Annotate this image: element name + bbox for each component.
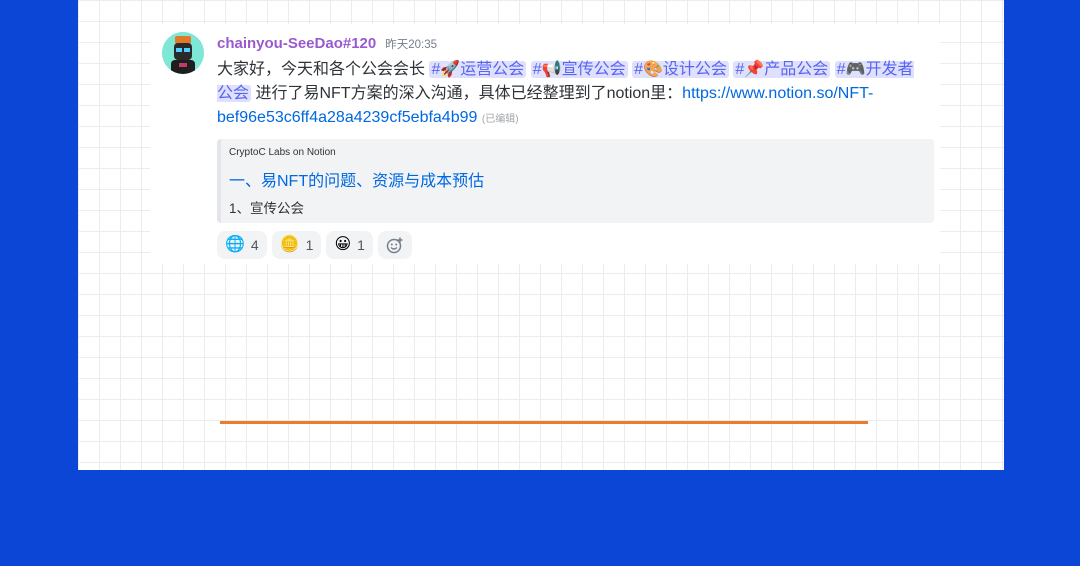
- reaction-grin[interactable]: 😀 1: [326, 231, 373, 259]
- palette-icon: 🎨: [642, 61, 663, 78]
- reaction-coin[interactable]: 🪙 1: [271, 231, 322, 259]
- embed-description: 1、宣传公会: [229, 201, 305, 216]
- reactions-bar: 🌐 4 🪙 1 😀 1: [217, 231, 922, 259]
- grin-icon: 😀: [334, 236, 352, 253]
- embed-title[interactable]: 一、易NFT的问题、资源与成本预估: [229, 167, 484, 191]
- reaction-count: 4: [250, 237, 259, 253]
- reaction-count: 1: [305, 237, 314, 253]
- megaphone-icon: 📢: [541, 61, 562, 78]
- rocket-icon: 🚀: [440, 61, 461, 78]
- reaction-count: 1: [357, 237, 365, 253]
- text-intro: 大家好，今天和各个公会会长: [217, 61, 426, 78]
- message-text: 大家好，今天和各个公会会长 #🚀运营公会 #📢宣传公会 #🎨设计公会 #📌产品公…: [217, 58, 922, 132]
- message-content: chainyou-SeeDao#120 昨天20:35 大家好，今天和各个公会会…: [217, 35, 934, 259]
- add-reaction-button[interactable]: [377, 231, 412, 259]
- chat-message: chainyou-SeeDao#120 昨天20:35 大家好，今天和各个公会会…: [150, 24, 940, 264]
- embed-provider: CryptoC Labs on Notion: [229, 147, 336, 158]
- avatar[interactable]: [162, 32, 204, 74]
- gamepad-icon: 🎮: [845, 61, 866, 78]
- edited-label: (已编辑): [481, 114, 519, 125]
- content-card: chainyou-SeeDao#120 昨天20:35 大家好，今天和各个公会会…: [78, 0, 1004, 470]
- timestamp: 昨天20:35: [385, 39, 438, 51]
- username[interactable]: chainyou-SeeDao#120: [217, 35, 376, 52]
- avatar-image: [162, 32, 204, 74]
- text-after: 进行了易NFT方案的深入沟通，具体已经整理到了notion里：: [255, 85, 683, 102]
- pushpin-icon: 📌: [744, 61, 765, 78]
- coin-icon: 🪙: [279, 236, 300, 253]
- add-reaction-icon: [386, 237, 403, 254]
- globe-icon: 🌐: [225, 236, 245, 253]
- channel-mention[interactable]: #📢宣传公会: [530, 61, 628, 78]
- link-embed: CryptoC Labs on Notion 一、易NFT的问题、资源与成本预估…: [217, 139, 934, 223]
- accent-divider: [220, 421, 868, 424]
- reaction-globe[interactable]: 🌐 4: [217, 231, 267, 259]
- channel-mention[interactable]: #🎨设计公会: [632, 61, 729, 78]
- channel-mention[interactable]: #🚀运营公会: [429, 61, 527, 78]
- channel-mention[interactable]: #📌产品公会: [733, 61, 831, 78]
